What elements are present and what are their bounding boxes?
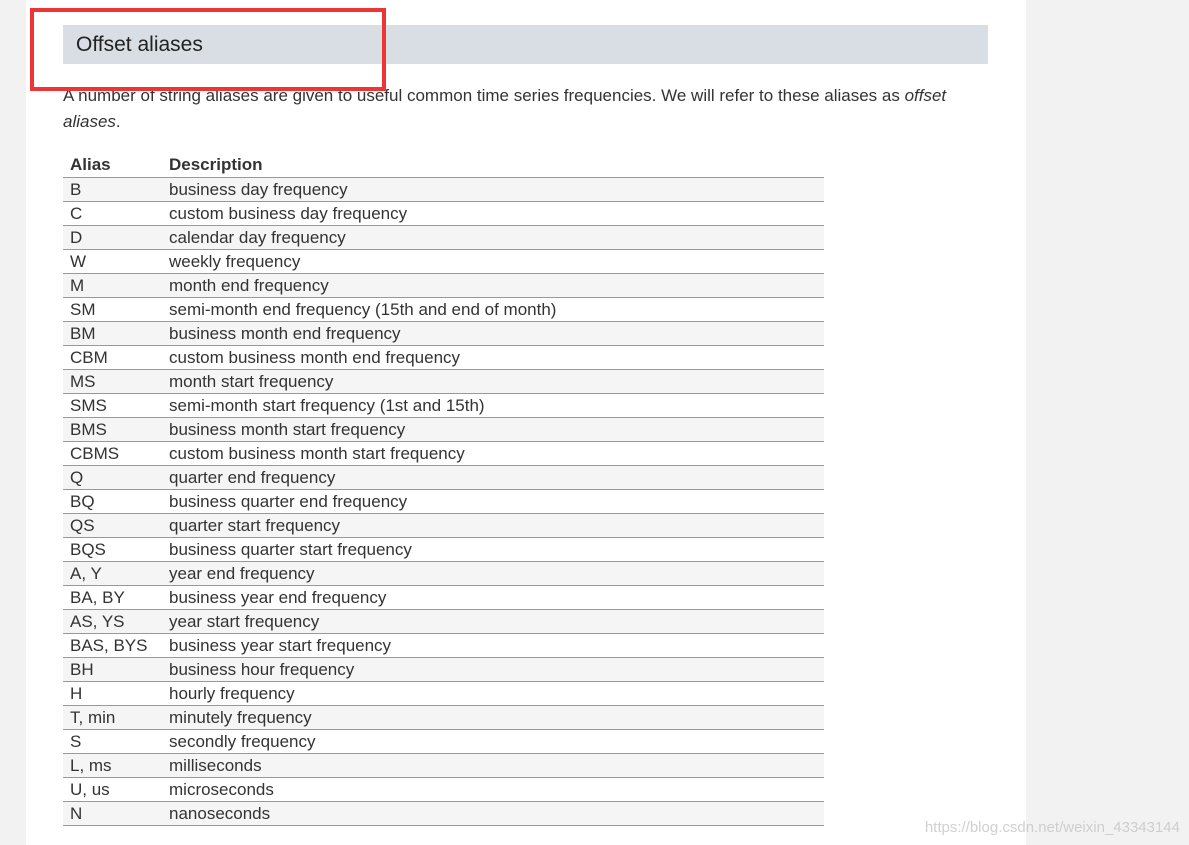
- table-row: Dcalendar day frequency: [63, 225, 824, 250]
- description-cell: month end frequency: [162, 273, 824, 298]
- alias-cell: Q: [63, 465, 162, 490]
- intro-paragraph: A number of string aliases are given to …: [63, 83, 988, 135]
- alias-cell: C: [63, 201, 162, 226]
- table-row: Ssecondly frequency: [63, 729, 824, 754]
- table-row: Mmonth end frequency: [63, 273, 824, 298]
- header-alias: Alias: [63, 152, 162, 178]
- table-row: Bbusiness day frequency: [63, 177, 824, 202]
- alias-cell: BMS: [63, 417, 162, 442]
- document-page: Offset aliases A number of string aliase…: [26, 0, 1026, 845]
- description-cell: quarter start frequency: [162, 513, 824, 538]
- table-body: Bbusiness day frequency Ccustom business …: [63, 177, 824, 826]
- alias-cell: CBM: [63, 345, 162, 370]
- header-description: Description: [162, 152, 824, 178]
- alias-cell: SMS: [63, 393, 162, 418]
- description-cell: business hour frequency: [162, 657, 824, 682]
- description-cell: quarter end frequency: [162, 465, 824, 490]
- table-row: BQS business quarter start frequency: [63, 537, 824, 562]
- description-cell: business month start frequency: [162, 417, 824, 442]
- description-cell: minutely frequency: [162, 705, 824, 730]
- section-header: Offset aliases: [63, 25, 988, 64]
- description-cell: weekly frequency: [162, 249, 824, 274]
- table-row: BM business month end frequency: [63, 321, 824, 346]
- alias-cell: SM: [63, 297, 162, 322]
- table-row: AS, YS year start frequency: [63, 609, 824, 634]
- table-row: SM semi-month end frequency (15th and end…: [63, 297, 824, 322]
- alias-cell: QS: [63, 513, 162, 538]
- table-row: Ccustom business day frequency: [63, 201, 824, 226]
- description-cell: year start frequency: [162, 609, 824, 634]
- alias-cell: BH: [63, 657, 162, 682]
- description-cell: year end frequency: [162, 561, 824, 586]
- description-cell: nanoseconds: [162, 801, 824, 826]
- alias-cell: BM: [63, 321, 162, 346]
- alias-cell: W: [63, 249, 162, 274]
- alias-cell: H: [63, 681, 162, 706]
- intro-text: A number of string aliases are given to …: [63, 86, 905, 105]
- description-cell: business month end frequency: [162, 321, 824, 346]
- table-row: CBMS custom business month start frequenc…: [63, 441, 824, 466]
- description-cell: business quarter end frequency: [162, 489, 824, 514]
- table-row: Nnanoseconds: [63, 801, 824, 826]
- description-cell: business year end frequency: [162, 585, 824, 610]
- alias-cell: CBMS: [63, 441, 162, 466]
- description-cell: business quarter start frequency: [162, 537, 824, 562]
- alias-cell: BQS: [63, 537, 162, 562]
- alias-cell: MS: [63, 369, 162, 394]
- table-row: Hhourly frequency: [63, 681, 824, 706]
- description-cell: business day frequency: [162, 177, 824, 202]
- description-cell: milliseconds: [162, 753, 824, 778]
- alias-cell: D: [63, 225, 162, 250]
- description-cell: month start frequency: [162, 369, 824, 394]
- table-header-row: Alias Description: [63, 152, 824, 178]
- alias-cell: BQ: [63, 489, 162, 514]
- table-row: L, ms milliseconds: [63, 753, 824, 778]
- table-row: QS quarter start frequency: [63, 513, 824, 538]
- description-cell: business year start frequency: [162, 633, 824, 658]
- table-row: SMS semi-month start frequency (1st and 1…: [63, 393, 824, 418]
- intro-text-end: .: [115, 112, 121, 131]
- table-row: BQ business quarter end frequency: [63, 489, 824, 514]
- table-row: Wweekly frequency: [63, 249, 824, 274]
- description-cell: secondly frequency: [162, 729, 824, 754]
- description-cell: semi-month start frequency (1st and 15th…: [162, 393, 824, 418]
- alias-cell: U, us: [63, 777, 162, 802]
- table-row: U, us microseconds: [63, 777, 824, 802]
- alias-cell: A, Y: [63, 561, 162, 586]
- alias-cell: T, min: [63, 705, 162, 730]
- table-row: BAS, BYS business year start frequency: [63, 633, 824, 658]
- alias-cell: M: [63, 273, 162, 298]
- section-title: Offset aliases: [76, 33, 203, 56]
- description-cell: custom business month end frequency: [162, 345, 824, 370]
- description-cell: custom business month start frequency: [162, 441, 824, 466]
- alias-cell: L, ms: [63, 753, 162, 778]
- description-cell: semi-month end frequency (15th and end o…: [162, 297, 824, 322]
- table-row: Qquarter end frequency: [63, 465, 824, 490]
- offset-aliases-table: Alias Description Bbusiness day frequenc…: [63, 152, 824, 826]
- table-row: T, min minutely frequency: [63, 705, 824, 730]
- alias-cell: N: [63, 801, 162, 826]
- table-row: BA, BY business year end frequency: [63, 585, 824, 610]
- alias-cell: AS, YS: [63, 609, 162, 634]
- table-row: MS month start frequency: [63, 369, 824, 394]
- alias-cell: S: [63, 729, 162, 754]
- description-cell: custom business day frequency: [162, 201, 824, 226]
- table-row: BMS business month start frequency: [63, 417, 824, 442]
- alias-cell: B: [63, 177, 162, 202]
- description-cell: hourly frequency: [162, 681, 824, 706]
- alias-cell: BA, BY: [63, 585, 162, 610]
- description-cell: microseconds: [162, 777, 824, 802]
- table-row: CBM custom business month end frequency: [63, 345, 824, 370]
- alias-cell: BAS, BYS: [63, 633, 162, 658]
- watermark: https://blog.csdn.net/weixin_43343144: [924, 819, 1180, 836]
- description-cell: calendar day frequency: [162, 225, 824, 250]
- table-row: A, Yyear end frequency: [63, 561, 824, 586]
- table-row: BH business hour frequency: [63, 657, 824, 682]
